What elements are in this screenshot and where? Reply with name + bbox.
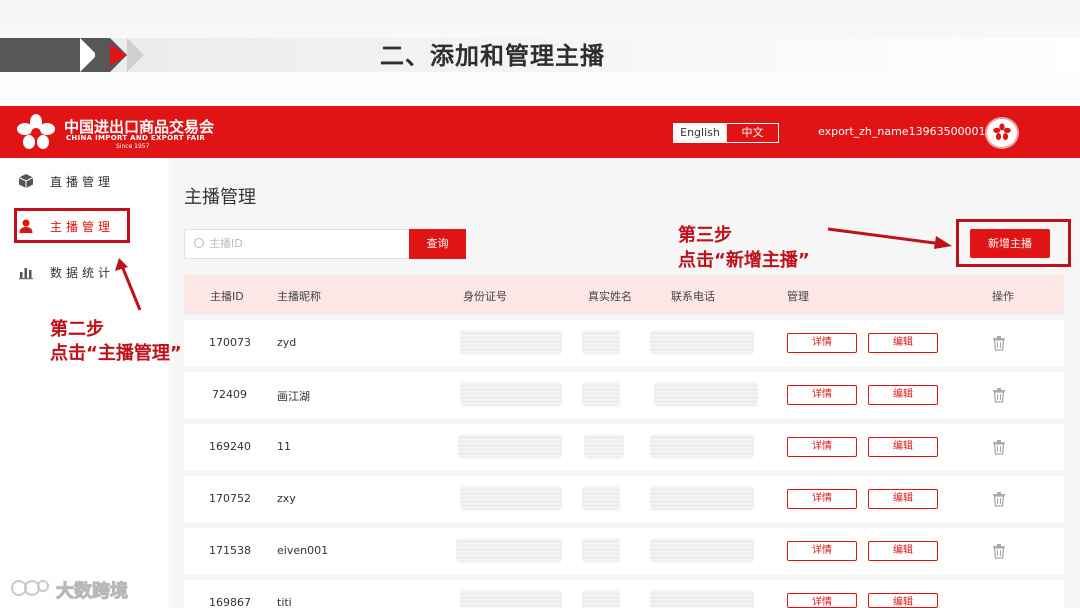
- cell-anchor-id: 169867: [209, 596, 251, 608]
- slide-title: 二、添加和管理主播: [380, 42, 605, 70]
- chevron-red: [110, 44, 127, 66]
- sidebar-item-label: 数据统计: [50, 265, 115, 280]
- column-header-id-number: 身份证号: [463, 290, 507, 303]
- cube-icon: [18, 174, 34, 188]
- redacted-real-name: [582, 382, 620, 406]
- logo-since: Since 1957: [116, 143, 150, 150]
- cell-nickname: eiven001: [277, 544, 329, 557]
- username[interactable]: export_zh_name13963500001: [818, 125, 986, 138]
- detail-button[interactable]: 详情: [787, 489, 857, 509]
- cell-anchor-id: 170752: [209, 492, 251, 505]
- redacted-id-number: [460, 590, 562, 608]
- step2-arrow: [115, 258, 142, 311]
- edit-button[interactable]: 编辑: [868, 385, 938, 405]
- column-header-phone: 联系电话: [671, 290, 715, 303]
- redacted-real-name: [582, 538, 620, 562]
- search-input[interactable]: 主播ID: [184, 229, 410, 259]
- cell-anchor-id: 171538: [209, 544, 251, 557]
- redacted-phone: [650, 590, 754, 608]
- detail-button[interactable]: 详情: [787, 593, 857, 608]
- sidebar-item-live-management[interactable]: 直播管理: [18, 169, 158, 193]
- redacted-id-number: [456, 538, 562, 562]
- redacted-id-number: [460, 486, 562, 510]
- avatar[interactable]: [985, 117, 1019, 149]
- trash-icon[interactable]: [992, 543, 1006, 559]
- trash-icon[interactable]: [992, 387, 1006, 403]
- detail-button[interactable]: 详情: [787, 541, 857, 561]
- redacted-phone: [650, 330, 754, 354]
- step3-annotation: 第三步 点击“新增主播”: [678, 223, 810, 273]
- cell-nickname: zxy: [277, 492, 296, 505]
- step2-highlight-box: [14, 208, 130, 243]
- edit-button[interactable]: 编辑: [868, 541, 938, 561]
- cell-nickname: 11: [277, 440, 291, 453]
- step3-title: 第三步: [678, 225, 732, 246]
- edit-button[interactable]: 编辑: [868, 437, 938, 457]
- step3-arrow: [827, 227, 952, 249]
- lang-english-button[interactable]: English: [674, 124, 726, 142]
- column-header-manage: 管理: [787, 290, 809, 303]
- redacted-phone: [650, 538, 754, 562]
- redacted-id-number: [458, 434, 562, 458]
- bar-chart-icon: [19, 268, 33, 280]
- column-header-real-name: 真实姓名: [588, 290, 632, 303]
- logo-text-en: CHINA IMPORT AND EXPORT FAIR: [66, 134, 206, 142]
- watermark-text: 大数跨境: [56, 581, 129, 603]
- cell-nickname: 画江湖: [277, 390, 310, 403]
- language-switch: English 中文: [673, 123, 779, 143]
- redacted-id-number: [460, 382, 562, 406]
- search-icon: [194, 238, 204, 248]
- column-header-actions: 操作: [992, 290, 1014, 303]
- trash-icon[interactable]: [992, 335, 1006, 351]
- step3-highlight-box: [956, 219, 1071, 267]
- chevron-decoration: [127, 38, 144, 72]
- step3-instruction: 点击“新增主播”: [678, 250, 810, 271]
- page-title: 主播管理: [184, 187, 256, 208]
- detail-button[interactable]: 详情: [787, 333, 857, 353]
- step2-instruction: 点击“主播管理”: [50, 343, 182, 364]
- redacted-real-name: [582, 486, 620, 510]
- cell-anchor-id: 169240: [209, 440, 251, 453]
- edit-button[interactable]: 编辑: [868, 333, 938, 353]
- redacted-id-number: [460, 330, 562, 354]
- redacted-phone: [654, 382, 758, 406]
- detail-button[interactable]: 详情: [787, 385, 857, 405]
- search-button[interactable]: 查询: [409, 229, 466, 259]
- lang-chinese-button[interactable]: 中文: [726, 124, 778, 142]
- redacted-phone: [650, 486, 754, 510]
- column-header-nickname: 主播昵称: [277, 290, 321, 303]
- trash-icon[interactable]: [992, 439, 1006, 455]
- cell-nickname: titi: [277, 596, 292, 608]
- edit-button[interactable]: 编辑: [868, 593, 938, 608]
- cell-anchor-id: 170073: [209, 336, 251, 349]
- sidebar-item-label: 直播管理: [50, 174, 115, 189]
- redacted-real-name: [584, 434, 624, 458]
- edit-button[interactable]: 编辑: [868, 489, 938, 509]
- redacted-real-name: [582, 330, 620, 354]
- redacted-phone: [650, 434, 754, 458]
- watermark-logo-icon: [11, 580, 49, 596]
- column-header-anchor-id: 主播ID: [210, 290, 244, 303]
- redacted-real-name: [582, 590, 620, 608]
- cell-nickname: zyd: [277, 336, 297, 349]
- cell-anchor-id: 72409: [212, 388, 247, 401]
- trash-icon[interactable]: [992, 491, 1006, 507]
- canton-fair-logo-icon: [17, 114, 55, 149]
- step2-title: 第二步: [50, 319, 104, 340]
- step2-annotation: 第二步 点击“主播管理”: [50, 318, 182, 366]
- detail-button[interactable]: 详情: [787, 437, 857, 457]
